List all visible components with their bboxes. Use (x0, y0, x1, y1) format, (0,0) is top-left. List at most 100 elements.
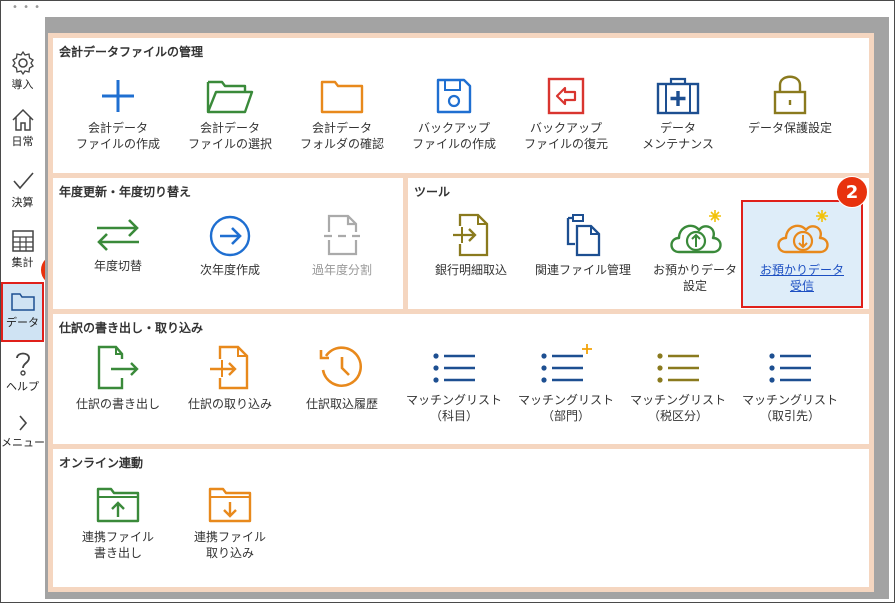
table-icon (11, 230, 34, 252)
data-protection-settings-button[interactable]: データ保護設定 (740, 72, 840, 136)
window-dots: • • • (12, 2, 42, 13)
select-account-file-button[interactable]: 会計データ ファイルの選択 (180, 76, 280, 152)
sidebar-item-label: 決算 (11, 196, 34, 209)
help-icon (15, 352, 30, 376)
folder-upload-icon (96, 487, 140, 523)
tile-label: マッチングリスト （取引先） (741, 393, 838, 423)
lock-icon (773, 75, 807, 115)
folder-download-icon (208, 487, 252, 523)
save-icon (436, 78, 472, 114)
matching-list-tax-button[interactable]: マッチングリスト （税区分） (628, 348, 728, 424)
document-import-icon (453, 213, 489, 257)
check-icon (12, 172, 34, 190)
section-title: 仕訳の書き出し・取り込み (59, 321, 204, 335)
folder-open-icon (206, 80, 254, 114)
split-past-year-button[interactable]: 過年度分割 (292, 212, 392, 278)
section-title: 会計データファイルの管理 (59, 45, 204, 59)
history-icon (319, 346, 362, 387)
sidebar-item-menu[interactable]: メニュー (1, 412, 45, 450)
create-account-file-button[interactable]: 会計データ ファイルの作成 (68, 76, 168, 152)
folder-icon (10, 293, 35, 311)
tile-label: 関連ファイル管理 (534, 263, 631, 277)
chevron-right-icon (18, 415, 27, 431)
related-files-button[interactable]: 関連ファイル管理 (533, 212, 633, 278)
sidebar: 導入 日常 決算 集計 データ ヘルプ メニュー (1, 40, 45, 480)
tile-label: バックアップ ファイルの復元 (523, 121, 608, 151)
sidebar-item-data[interactable]: データ (1, 282, 44, 342)
restore-backup-button[interactable]: バックアップ ファイルの復元 (516, 76, 616, 152)
tile-label: データ保護設定 (747, 121, 832, 135)
sidebar-item-label: ヘルプ (6, 380, 39, 393)
section-journal-io: 仕訳の書き出し・取り込み 仕訳の書き出し 仕訳の取り込み 仕訳取込履歴 マッチン… (48, 309, 874, 450)
tile-label: 連携ファイル 取り込み (193, 530, 266, 560)
documents-icon (566, 214, 601, 257)
matching-list-accounts-button[interactable]: マッチングリスト （科目） (404, 348, 504, 424)
sidebar-item-help[interactable]: ヘルプ (1, 348, 44, 394)
export-journal-button[interactable]: 仕訳の書き出し (68, 344, 168, 412)
sidebar-item-label: 日常 (11, 135, 34, 148)
deposit-data-settings-button[interactable]: お預かりデータ 設定 (645, 208, 745, 294)
tile-label: マッチングリスト （科目） (405, 393, 502, 423)
tile-label: マッチングリスト （部門） (517, 393, 614, 423)
document-split-icon (324, 214, 360, 256)
arrow-circle-right-icon (209, 215, 251, 257)
tile-label: 年度切替 (93, 259, 142, 273)
import-link-file-button[interactable]: 連携ファイル 取り込み (180, 485, 280, 561)
matching-list-departments-button[interactable]: マッチングリスト （部門） (516, 344, 616, 424)
export-link-file-button[interactable]: 連携ファイル 書き出し (68, 485, 168, 561)
check-account-folder-button[interactable]: 会計データ フォルダの確認 (292, 76, 392, 152)
tile-label: 連携ファイル 書き出し (81, 530, 154, 560)
sidebar-item-label: 導入 (11, 78, 34, 91)
sidebar-item-closing[interactable]: 決算 (1, 168, 44, 210)
plus-icon (102, 80, 134, 112)
section-title: 年度更新・年度切り替え (59, 185, 192, 199)
list-icon (657, 353, 699, 383)
document-import-icon (210, 345, 249, 390)
swap-arrows-icon (97, 219, 139, 251)
list-icon (433, 353, 475, 383)
main-area: 会計データファイルの管理 会計データ ファイルの作成 会計データ ファイルの選択 会… (45, 17, 889, 599)
tile-label: お預かりデータ 受信 (759, 263, 844, 293)
sidebar-item-daily[interactable]: 日常 (1, 107, 44, 149)
section-account-files: 会計データファイルの管理 会計データ ファイルの作成 会計データ ファイルの選択 会… (48, 33, 874, 188)
gear-icon (11, 50, 34, 76)
folder-icon (320, 80, 364, 114)
data-maintenance-button[interactable]: データ メンテナンス (628, 76, 728, 152)
switch-year-button[interactable]: 年度切替 (68, 214, 168, 274)
tile-label: バックアップ ファイルの作成 (411, 121, 496, 151)
sidebar-item-label: メニュー (1, 436, 45, 449)
sidebar-item-summary[interactable]: 集計 (1, 228, 44, 270)
tile-label: 次年度作成 (199, 263, 260, 277)
tile-label: 仕訳取込履歴 (305, 397, 378, 411)
sidebar-item-label: データ (6, 316, 39, 329)
create-next-year-button[interactable]: 次年度作成 (180, 214, 280, 278)
import-journal-button[interactable]: 仕訳の取り込み (180, 344, 280, 412)
list-star-icon (541, 344, 592, 383)
tile-label: 過年度分割 (311, 263, 372, 277)
tile-label: 仕訳の取り込み (187, 397, 272, 411)
tile-label: お預かりデータ 設定 (652, 263, 737, 293)
tile-label: 会計データ ファイルの作成 (75, 121, 160, 151)
matching-list-partners-button[interactable]: マッチングリスト （取引先） (740, 348, 840, 424)
sidebar-item-label: 集計 (11, 256, 34, 269)
sidebar-item-intro[interactable]: 導入 (1, 50, 44, 92)
cloud-download-icon (777, 210, 829, 254)
document-export-icon (97, 345, 139, 390)
tile-label: 仕訳の書き出し (75, 397, 160, 411)
section-title: オンライン連動 (59, 456, 144, 470)
first-aid-kit-icon (656, 77, 700, 115)
section-fiscal-year: 年度更新・年度切り替え 年度切替 次年度作成 過年度分割 (48, 173, 409, 314)
deposit-data-receive-button[interactable]: お預かりデータ 受信 (752, 208, 852, 294)
journal-import-history-button[interactable]: 仕訳取込履歴 (292, 344, 392, 412)
section-online-link: オンライン連動 連携ファイル 書き出し 連携ファイル 取り込み (48, 444, 874, 592)
home-icon (11, 108, 34, 131)
tile-label: 銀行明細取込 (434, 263, 507, 277)
tile-label: データ メンテナンス (642, 121, 714, 151)
restore-icon (547, 77, 585, 115)
section-tools: ツール 銀行明細取込 関連ファイル管理 お預かりデータ 設定 お預かりデータ 受信 (403, 173, 874, 314)
import-bank-statement-button[interactable]: 銀行明細取込 (421, 212, 521, 278)
cloud-upload-icon (670, 210, 722, 254)
create-backup-button[interactable]: バックアップ ファイルの作成 (404, 76, 504, 152)
section-title: ツール (414, 185, 451, 199)
tile-label: 会計データ ファイルの選択 (187, 121, 272, 151)
